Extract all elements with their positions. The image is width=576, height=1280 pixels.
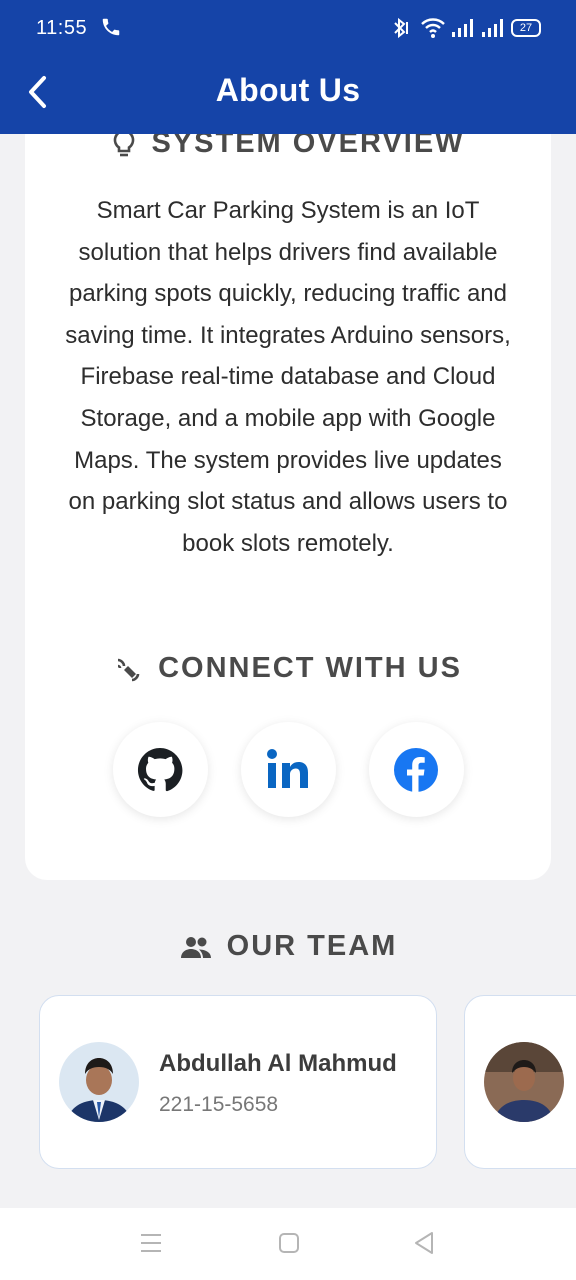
menu-icon[interactable] bbox=[139, 1230, 163, 1256]
team-heading-text: OUR TEAM bbox=[226, 930, 398, 962]
page-title: About Us bbox=[215, 72, 361, 108]
team-member-card[interactable] bbox=[464, 995, 576, 1169]
wifi-icon bbox=[420, 16, 446, 45]
group-icon bbox=[180, 936, 211, 958]
avatar bbox=[484, 1042, 564, 1122]
battery-level: 27 bbox=[519, 22, 533, 34]
linkedin-button[interactable] bbox=[240, 722, 336, 817]
facebook-icon bbox=[394, 747, 438, 792]
phone-call-icon bbox=[100, 16, 122, 43]
back-triangle-icon[interactable] bbox=[412, 1230, 436, 1256]
connect-signal-icon bbox=[117, 658, 140, 681]
member-id: 221-15-5658 bbox=[159, 1093, 279, 1116]
signal-icon bbox=[450, 16, 474, 45]
scroll-content[interactable]: SYSTEM OVERVIEW Smart Car Parking System… bbox=[0, 134, 576, 1208]
battery-icon: 27 bbox=[511, 19, 541, 37]
lightbulb-icon bbox=[114, 134, 135, 156]
app-bar: About Us bbox=[0, 58, 576, 134]
status-bar: 11:55 27 bbox=[0, 0, 576, 58]
linkedin-icon bbox=[267, 748, 308, 788]
bluetooth-icon bbox=[389, 16, 411, 45]
signal-icon bbox=[480, 16, 504, 45]
overview-description: Smart Car Parking System is an IoT solut… bbox=[65, 197, 511, 557]
home-square-icon[interactable] bbox=[277, 1230, 301, 1256]
system-nav-bar bbox=[0, 1208, 576, 1280]
github-button[interactable] bbox=[112, 722, 208, 817]
overview-heading-text: SYSTEM OVERVIEW bbox=[151, 134, 465, 159]
avatar bbox=[59, 1042, 139, 1122]
github-icon bbox=[137, 747, 183, 791]
facebook-button[interactable] bbox=[368, 722, 464, 817]
team-section-heading: OUR TEAM bbox=[0, 930, 576, 963]
connect-section-heading: CONNECT WITH US bbox=[25, 652, 551, 685]
status-time: 11:55 bbox=[36, 17, 88, 39]
team-member-card[interactable]: Abdullah Al Mahmud 221-15-5658 bbox=[39, 995, 437, 1169]
connect-heading-text: CONNECT WITH US bbox=[158, 652, 462, 684]
info-card: SYSTEM OVERVIEW Smart Car Parking System… bbox=[25, 134, 551, 880]
member-name: Abdullah Al Mahmud bbox=[159, 1050, 397, 1077]
social-links bbox=[25, 722, 551, 817]
overview-section-heading: SYSTEM OVERVIEW bbox=[25, 134, 551, 160]
